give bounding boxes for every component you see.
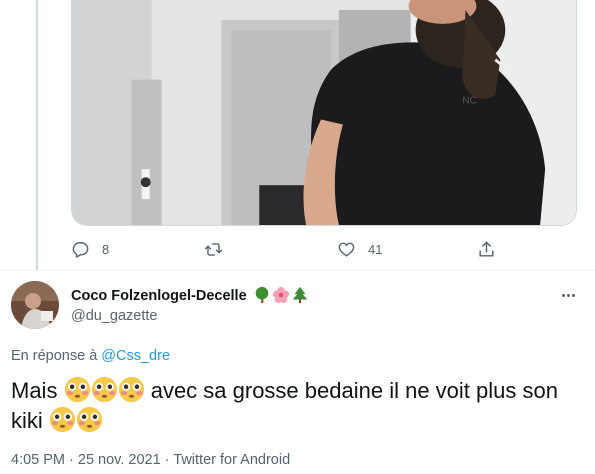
display-name[interactable]: Coco Folzenlogel-Decelle (71, 288, 247, 304)
retweet-button[interactable] (204, 236, 235, 262)
reply-icon (72, 241, 89, 258)
flushed-face-emoji (91, 376, 117, 403)
thread-connector-line (36, 0, 38, 270)
more-dot-icon (566, 293, 570, 297)
flushed-face-emoji (49, 406, 76, 433)
like-count: 41 (368, 241, 383, 257)
more-options-button[interactable] (557, 286, 579, 304)
flushed-face-emoji (118, 376, 144, 403)
share-icon (479, 241, 494, 257)
tweet-action-bar: 8 41 (71, 236, 501, 262)
tweet-divider (0, 270, 595, 271)
tweet-media-photo[interactable]: NC (71, 0, 577, 226)
display-name-emojis (253, 286, 309, 304)
reply-count: 8 (102, 241, 110, 257)
heart-icon (338, 242, 355, 257)
tweet-text-part1: Mais (11, 378, 58, 403)
flushed-face-emoji (76, 406, 103, 433)
evergreen-tree-emoji (292, 286, 308, 304)
retweet-icon (204, 242, 223, 256)
flushed-face-emoji (64, 376, 90, 403)
share-button[interactable] (477, 236, 496, 262)
svg-text:NC: NC (462, 96, 476, 107)
more-dot-icon (571, 293, 575, 297)
more-dot-icon (561, 293, 565, 297)
reply-to-handle-link[interactable]: @Css_dre (101, 348, 170, 364)
tweet-timestamp[interactable]: 4:05 PM · 25 nov. 2021 · Twitter for And… (11, 452, 290, 468)
reply-prefix: En réponse à (11, 348, 98, 364)
hibiscus-emoji (272, 286, 290, 304)
like-button[interactable]: 41 (337, 236, 382, 262)
tweet-text: Mais avec sa grosse bedaine il ne voit p… (11, 376, 581, 436)
reply-context: En réponse à @Css_dre (11, 348, 170, 364)
reply-button[interactable]: 8 (71, 236, 109, 262)
avatar[interactable] (11, 281, 59, 329)
user-handle[interactable]: @du_gazette (71, 308, 157, 324)
tree-emoji (255, 286, 269, 304)
